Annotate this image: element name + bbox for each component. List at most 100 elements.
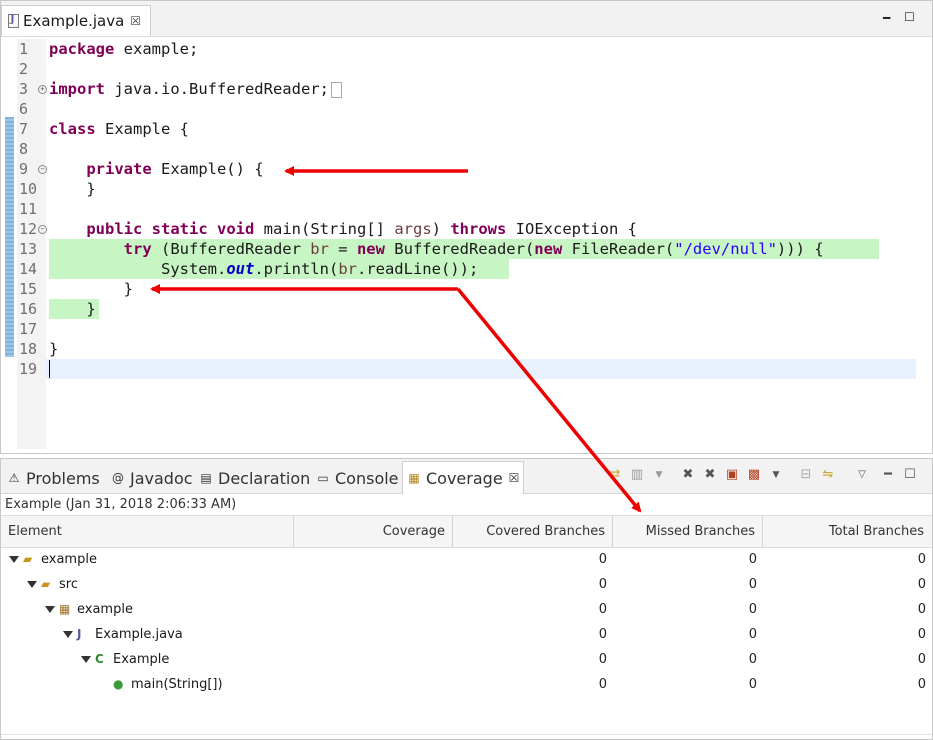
- line-number: 6: [19, 100, 29, 118]
- code-line[interactable]: 1 package example;: [1, 39, 932, 59]
- tree-row[interactable]: ▰ src 0 0 0: [1, 572, 932, 597]
- close-icon[interactable]: ☒: [509, 471, 520, 485]
- maximize-icon[interactable]: ☐: [904, 10, 915, 24]
- code-line[interactable]: 15 }: [1, 279, 932, 299]
- code-line[interactable]: 11: [1, 199, 932, 219]
- tab-declaration[interactable]: ▤ Declaration: [199, 466, 310, 490]
- code-line[interactable]: 16 }: [1, 299, 932, 319]
- line-number: 19: [19, 360, 38, 378]
- expand-twisty-icon[interactable]: [9, 556, 19, 563]
- console-icon: ▭: [317, 471, 329, 485]
- text-caret: [49, 360, 50, 378]
- minimize-icon[interactable]: ━: [880, 467, 896, 483]
- code-text: }: [49, 340, 59, 358]
- tab-coverage[interactable]: ▦ Coverage ☒: [407, 466, 519, 490]
- collapse-all-icon[interactable]: ⊟: [798, 467, 814, 483]
- project-icon: ▰: [23, 552, 33, 566]
- expand-fold-icon[interactable]: +: [38, 85, 47, 94]
- tab-label: Coverage: [426, 468, 503, 488]
- code-area[interactable]: 1 package example; 2 3 + import java.io.Buffe…: [1, 39, 932, 449]
- table-header: Element Coverage Covered Branches Missed…: [1, 515, 932, 548]
- code-text: package example;: [49, 40, 199, 58]
- column-header-coverage[interactable]: Coverage: [293, 516, 452, 547]
- covered-branches-cell: 0: [598, 552, 607, 567]
- tree-row[interactable]: ● main(String[]) 0 0 0: [1, 672, 932, 697]
- editor-tab-bar: Example.java ☒ ━ ☐: [1, 1, 932, 37]
- code-line[interactable]: 9− private Example() {: [1, 159, 932, 179]
- code-text: }: [49, 300, 96, 318]
- total-branches-cell: 0: [917, 577, 926, 592]
- code-line[interactable]: 10 }: [1, 179, 932, 199]
- line-number: 16: [19, 300, 38, 318]
- tab-javadoc[interactable]: @ Javadoc: [111, 466, 193, 490]
- code-line[interactable]: 18}: [1, 339, 932, 359]
- tab-problems[interactable]: ⚠ Problems: [7, 466, 100, 490]
- tree-row[interactable]: ▰ example 0 0 0: [1, 547, 932, 572]
- dropdown-arrow-icon[interactable]: ▼: [651, 467, 667, 483]
- link-with-editor-icon[interactable]: ⇋: [820, 467, 836, 483]
- code-line[interactable]: 7 class Example {: [1, 119, 932, 139]
- total-branches-cell: 0: [917, 552, 926, 567]
- editor-tab-example-java[interactable]: Example.java ☒: [1, 5, 151, 36]
- coverage-panel: ⚠ Problems @ Javadoc ▤ Declaration ▭ Con…: [0, 458, 933, 740]
- tab-console[interactable]: ▭ Console: [316, 466, 399, 490]
- line-number: 1: [19, 40, 29, 58]
- tree-row[interactable]: ▦ example 0 0 0: [1, 597, 932, 622]
- method-icon: ●: [113, 677, 124, 691]
- column-header-element[interactable]: Element: [1, 516, 293, 547]
- minimize-icon[interactable]: ━: [883, 11, 890, 25]
- missed-branches-cell: 0: [748, 602, 757, 617]
- merge-sessions-icon[interactable]: ▣: [724, 467, 740, 483]
- remove-session-icon[interactable]: ✖: [680, 467, 696, 483]
- expand-twisty-icon[interactable]: [27, 581, 37, 588]
- select-session-icon[interactable]: ▩: [746, 467, 762, 483]
- remove-all-sessions-icon[interactable]: ✖: [702, 467, 718, 483]
- relaunch-icon[interactable]: ⇄: [607, 467, 623, 483]
- dropdown-arrow-icon[interactable]: ▼: [768, 467, 784, 483]
- line-number: 18: [19, 340, 38, 358]
- code-line[interactable]: 8: [1, 139, 932, 159]
- package-icon: ▦: [59, 602, 71, 616]
- tree-item-label: Example: [113, 652, 170, 667]
- column-header-missed-branches[interactable]: Missed Branches: [612, 516, 762, 547]
- code-line[interactable]: 13 try (BufferedReader br = new Buffered…: [1, 239, 932, 259]
- collapsed-region-marker[interactable]: [330, 81, 342, 98]
- view-menu-icon[interactable]: ▽: [854, 467, 870, 483]
- missed-branches-cell: 0: [748, 577, 757, 592]
- code-line[interactable]: 14 System.out.println(br.readLine());: [1, 259, 932, 279]
- column-header-total-branches[interactable]: Total Branches: [762, 516, 931, 547]
- covered-branches-cell: 0: [598, 577, 607, 592]
- collapse-fold-icon[interactable]: −: [38, 225, 47, 234]
- tab-label: Console: [335, 468, 399, 488]
- line-number: 13: [19, 240, 38, 258]
- expand-twisty-icon[interactable]: [63, 631, 73, 638]
- tree-row[interactable]: J Example.java 0 0 0: [1, 622, 932, 647]
- covered-branches-cell: 0: [598, 602, 607, 617]
- code-line[interactable]: 3 + import java.io.BufferedReader;: [1, 79, 932, 99]
- session-label: Example (Jan 31, 2018 2:06:33 AM): [5, 497, 237, 512]
- tree-row[interactable]: C Example 0 0 0: [1, 647, 932, 672]
- tab-label: Problems: [26, 468, 100, 488]
- code-line[interactable]: 6: [1, 99, 932, 119]
- collapse-fold-icon[interactable]: −: [38, 165, 47, 174]
- missed-branches-cell: 0: [748, 627, 757, 642]
- line-number: 12: [19, 220, 38, 238]
- expand-twisty-icon[interactable]: [81, 656, 91, 663]
- code-text: class Example {: [49, 120, 189, 138]
- expand-twisty-icon[interactable]: [45, 606, 55, 613]
- code-line[interactable]: 17: [1, 319, 932, 339]
- line-number: 10: [19, 180, 38, 198]
- code-text: private Example() {: [86, 160, 264, 178]
- code-line[interactable]: 12− public static void main(String[] arg…: [1, 219, 932, 239]
- close-icon[interactable]: ☒: [130, 14, 141, 28]
- code-line[interactable]: 19: [19, 359, 916, 379]
- code-text: }: [49, 180, 96, 198]
- import-session-icon[interactable]: ▥: [629, 467, 645, 483]
- maximize-icon[interactable]: ☐: [902, 467, 918, 483]
- tree-item-label: example: [77, 602, 133, 617]
- column-header-covered-branches[interactable]: Covered Branches: [452, 516, 612, 547]
- tree-item-label: src: [59, 577, 78, 592]
- code-line[interactable]: 2: [1, 59, 932, 79]
- problems-icon: ⚠: [8, 471, 20, 485]
- tree-item-label: main(String[]): [131, 677, 223, 692]
